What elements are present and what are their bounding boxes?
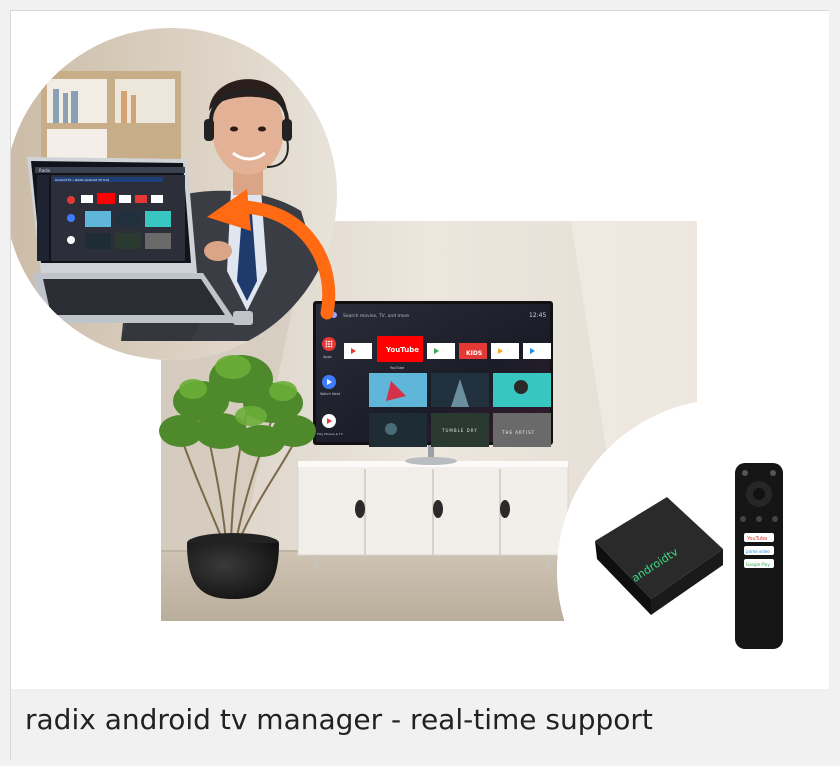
tv-search-hint: Search movies, TV, and more xyxy=(343,313,409,319)
laptop-window-title: Radix xyxy=(39,168,51,173)
youtube-kids-label: KIDS xyxy=(466,350,482,357)
tv-thumb-text-2: THE ARTIST xyxy=(501,430,535,435)
tv-row-label-watch-next: Watch Next xyxy=(320,392,341,396)
laptop-device-title: Android TV • Radix (Android TV 9.0) xyxy=(55,178,109,182)
remote-google-play-button: Google Play xyxy=(746,562,770,567)
tv-row-label-apps: Apps xyxy=(323,355,332,359)
television-screen: Search movies, TV, and more 12:45 Apps W… xyxy=(313,301,553,447)
product-illustration: Search movies, TV, and more 12:45 Apps W… xyxy=(11,11,829,689)
remote-prime-button: prime video xyxy=(746,549,770,554)
tv-row-label-play-movies: Play Movies & TV xyxy=(317,432,344,436)
image-caption: radix android tv manager - real-time sup… xyxy=(25,703,653,736)
remote-control: YouTube prime video Google Play xyxy=(735,463,783,649)
tv-thumb-text-1: TUMBLE DRY xyxy=(441,428,478,433)
caption-bar: radix android tv manager - real-time sup… xyxy=(11,689,829,761)
remote-youtube-button: YouTube xyxy=(746,536,767,542)
youtube-tile-caption: YouTube xyxy=(390,366,404,370)
youtube-tile-label: YouTube xyxy=(385,346,419,354)
tv-cabinet xyxy=(297,461,569,571)
tv-clock: 12:45 xyxy=(529,312,546,319)
image-card: Search movies, TV, and more 12:45 Apps W… xyxy=(10,10,829,761)
